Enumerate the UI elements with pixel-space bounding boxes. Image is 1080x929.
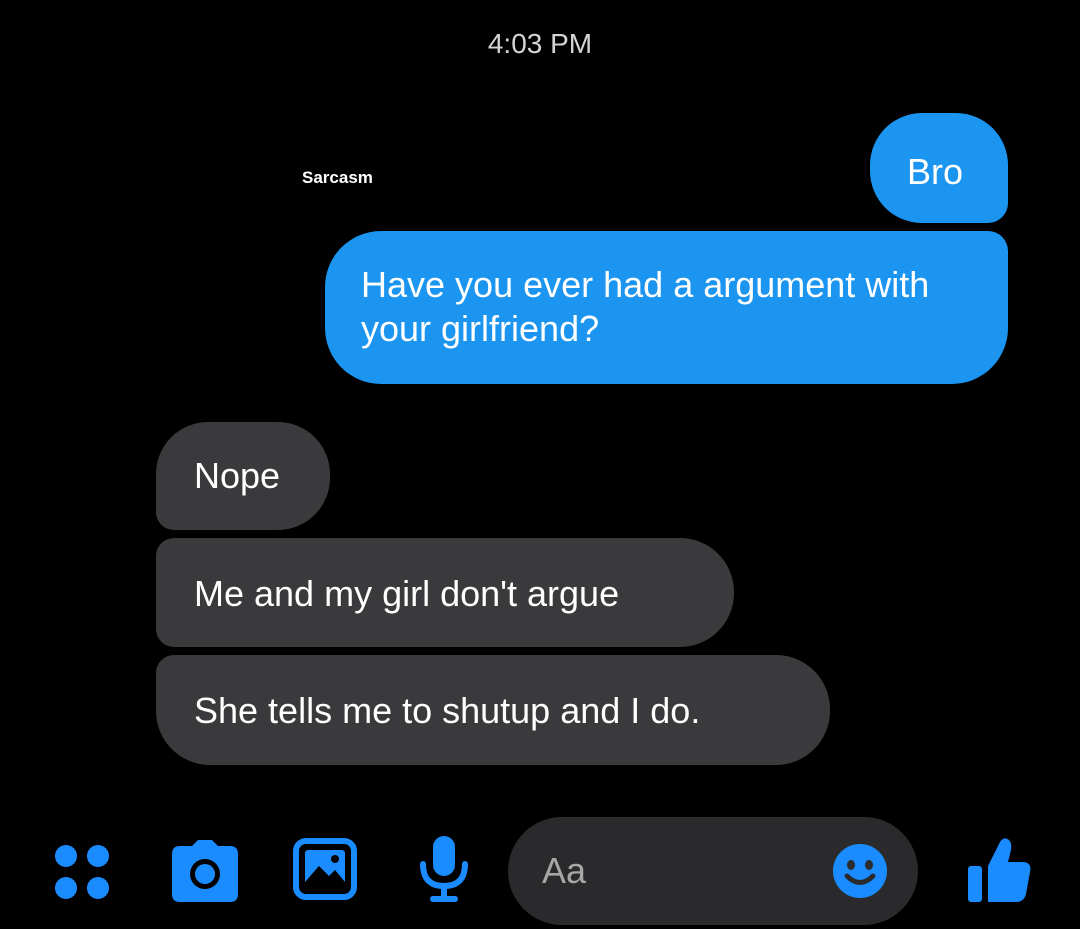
emoji-icon[interactable] — [832, 843, 888, 899]
message-bubble-incoming[interactable]: She tells me to shutup and I do. — [156, 655, 830, 765]
message-text: She tells me to shutup and I do. — [194, 690, 701, 731]
menu-dots-icon[interactable] — [52, 842, 114, 904]
message-input-placeholder: Aa — [542, 850, 587, 891]
message-input[interactable]: Aa — [508, 817, 918, 925]
message-text: Have you ever had a argument with your g… — [361, 264, 930, 349]
thumbs-up-icon[interactable] — [966, 836, 1032, 904]
message-timestamp: 4:03 PM — [487, 28, 593, 59]
message-bubble-outgoing[interactable]: Have you ever had a argument with your g… — [325, 231, 1008, 384]
message-text: Bro — [907, 151, 964, 192]
message-bubble-outgoing[interactable]: Bro — [870, 113, 1008, 223]
message-bubble-incoming[interactable]: Me and my girl don't argue — [156, 538, 734, 647]
message-bubble-incoming[interactable]: Nope — [156, 422, 330, 530]
watermark-label: Sarcasm — [302, 168, 373, 187]
camera-icon[interactable] — [170, 838, 240, 904]
message-text: Me and my girl don't argue — [194, 573, 620, 614]
gallery-icon[interactable] — [293, 838, 357, 900]
message-text: Nope — [194, 455, 281, 496]
microphone-icon[interactable] — [416, 834, 472, 906]
